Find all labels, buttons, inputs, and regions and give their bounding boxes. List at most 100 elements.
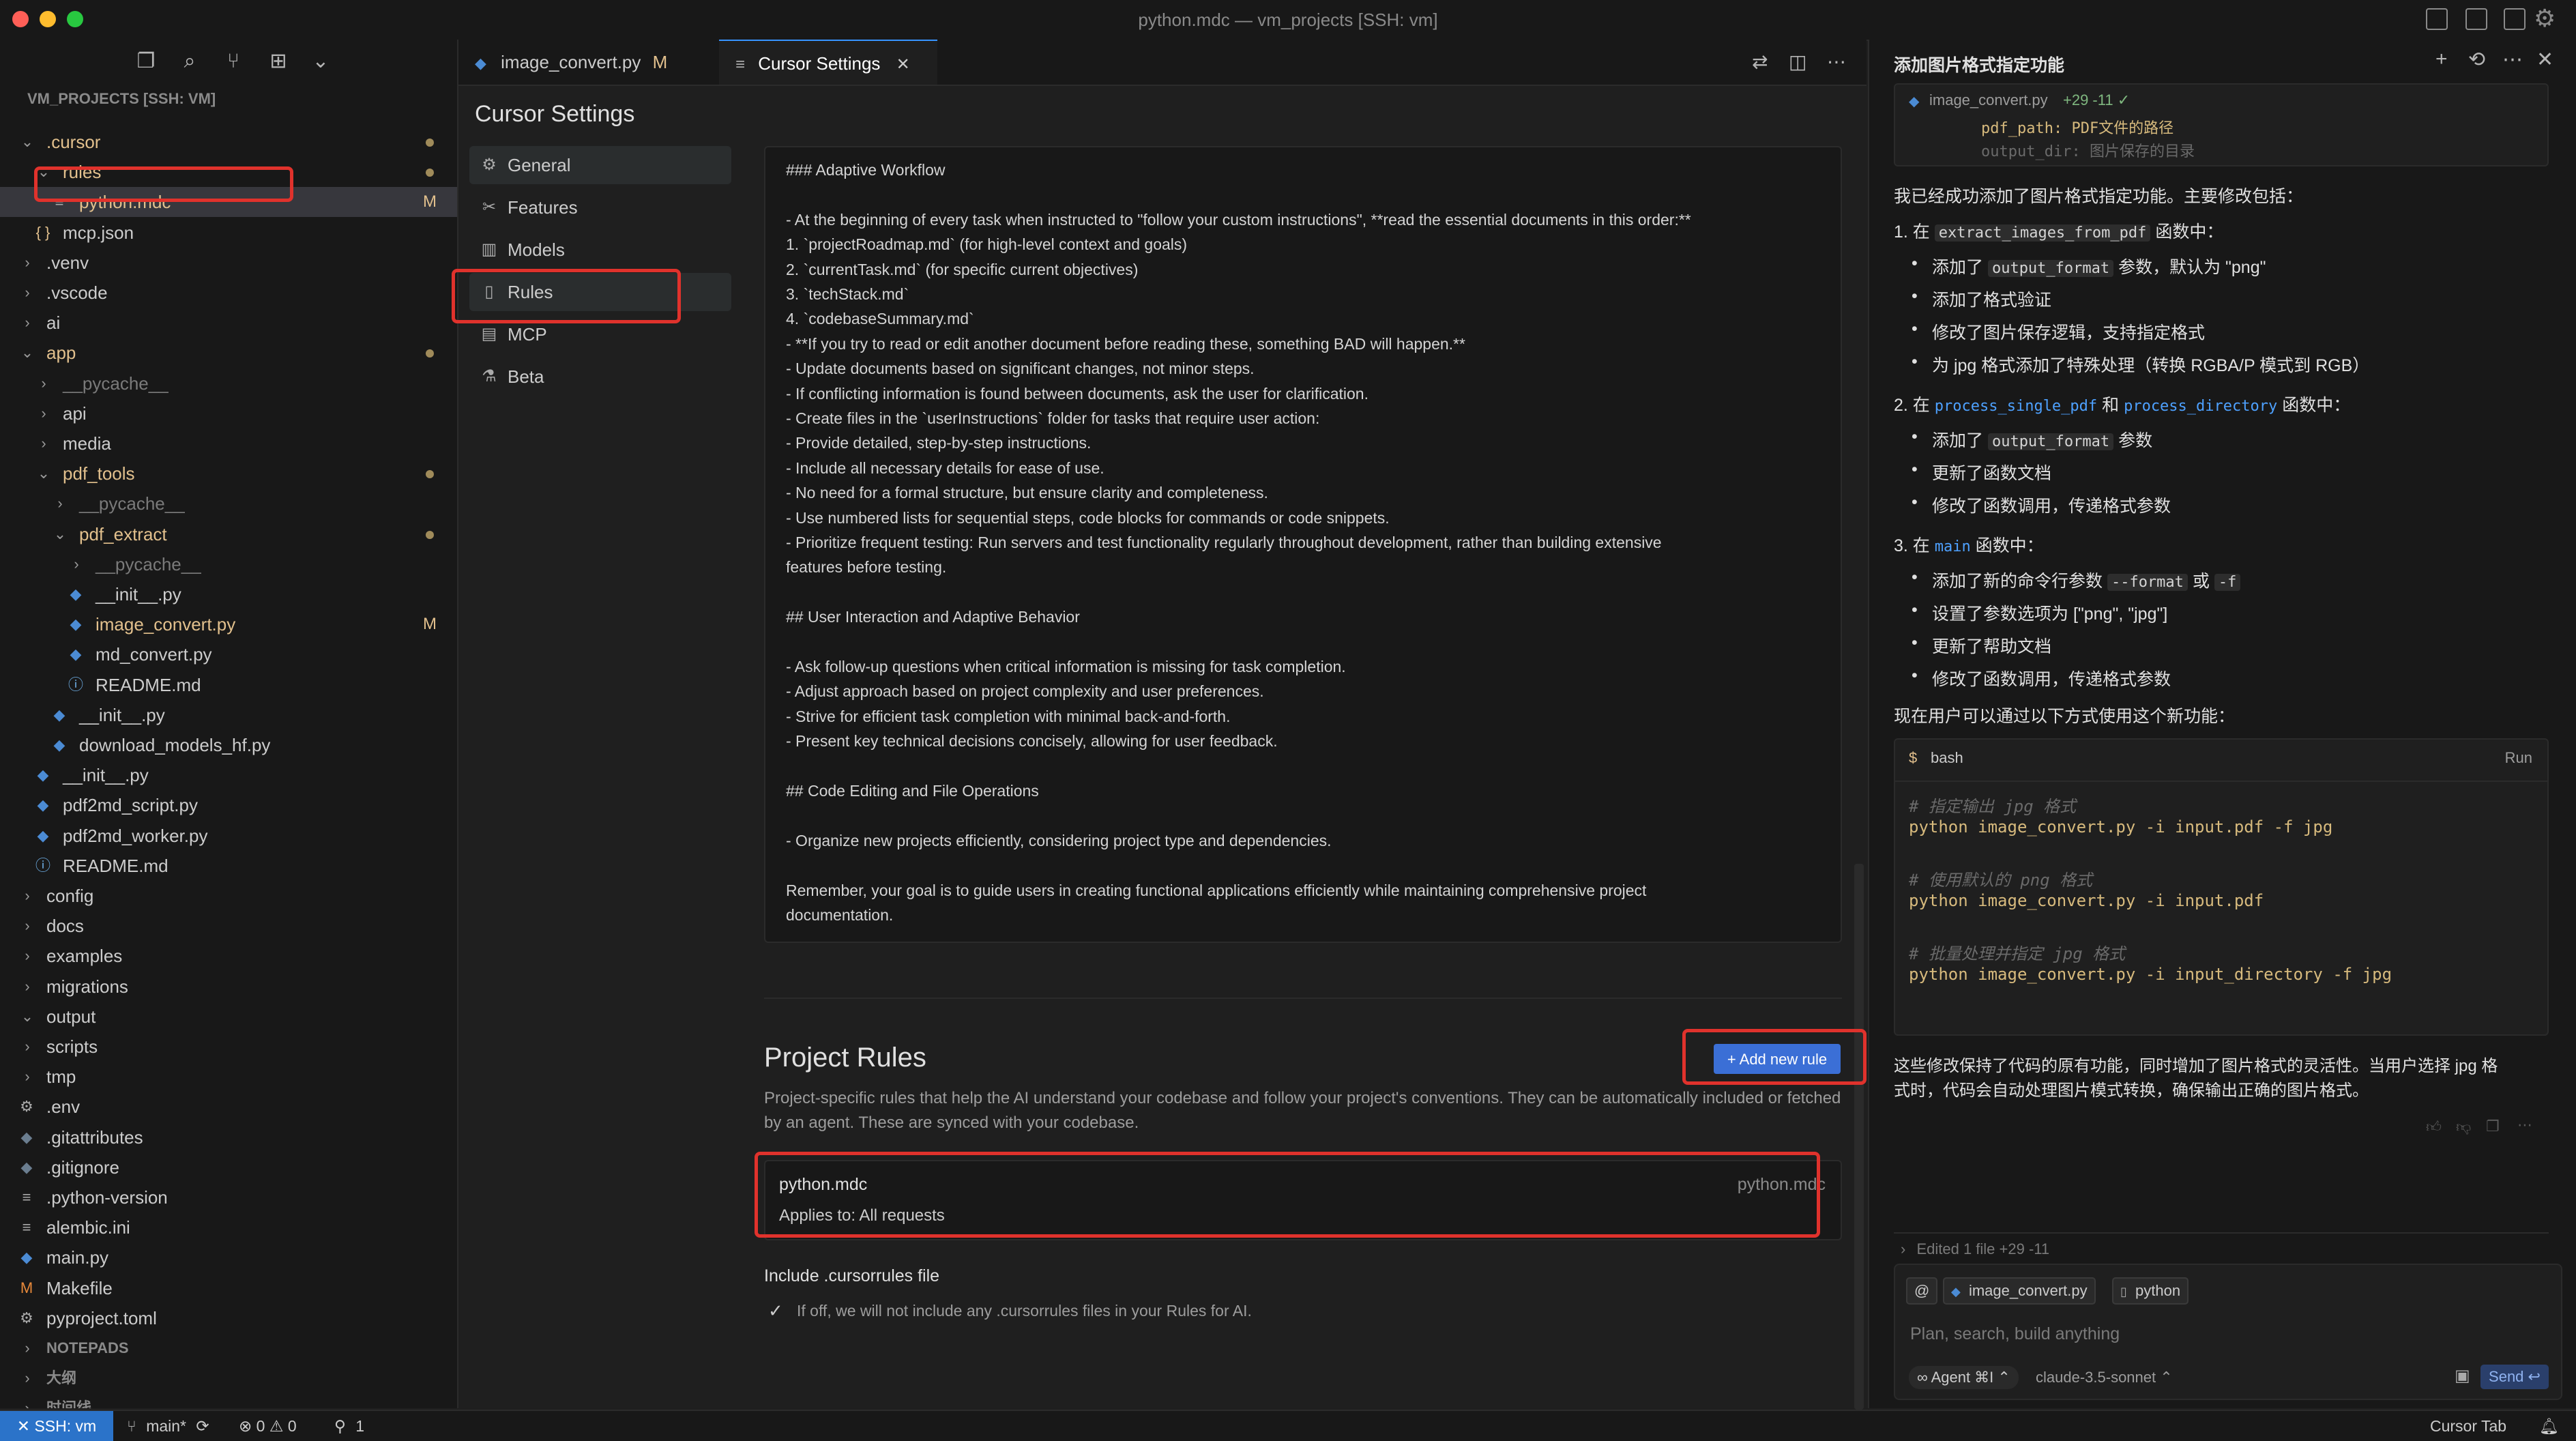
more-actions-icon[interactable]: ⋯	[1827, 50, 1846, 73]
tree-file[interactable]: ◆ pdf2md_worker.py	[0, 821, 457, 851]
tree-folder[interactable]: › examples	[0, 941, 457, 971]
tree-file[interactable]: ⚙ pyproject.toml	[0, 1303, 457, 1333]
tree-folder[interactable]: ⌄ output	[0, 1002, 457, 1032]
tree-folder[interactable]: › tmp	[0, 1062, 457, 1092]
tree-item-label: scripts	[46, 1036, 98, 1057]
compare-icon[interactable]: ⇄	[1752, 50, 1768, 73]
tools-icon: ✂	[482, 198, 497, 216]
tree-file[interactable]: ◆ .gitattributes	[0, 1122, 457, 1152]
extensions-icon[interactable]: ⊞	[266, 49, 291, 74]
nav-item-models[interactable]: ▥ Models	[469, 231, 731, 269]
tree-file[interactable]: ≡ alembic.ini	[0, 1212, 457, 1242]
tree-folder[interactable]: › docs	[0, 911, 457, 941]
tree-folder[interactable]: ⌄ .cursor	[0, 127, 457, 157]
tree-folder[interactable]: › api	[0, 398, 457, 428]
tree-file[interactable]: ◆ .gitignore	[0, 1152, 457, 1182]
tree-file[interactable]: { } mcp.json	[0, 218, 457, 248]
agent-mode-selector[interactable]: ∞ Agent ⌘I ⌃	[1909, 1366, 2019, 1389]
more-icon[interactable]: ⋯	[2517, 1116, 2532, 1134]
source-control-icon[interactable]: ⑂	[221, 49, 246, 74]
thumbs-down-icon[interactable]: 👎︎	[2456, 1118, 2471, 1136]
tree-file[interactable]: ◆ main.py	[0, 1242, 457, 1272]
context-chip-file[interactable]: ◆ image_convert.py	[1943, 1277, 2096, 1305]
tab-image-convert[interactable]: ◆ image_convert.py M	[458, 40, 718, 85]
sidebar-section[interactable]: › NOTEPADS	[0, 1333, 457, 1363]
context-chip-lang[interactable]: ▯ python	[2112, 1277, 2189, 1305]
list-item: 更新了帮助文档	[1912, 633, 2051, 658]
tree-folder[interactable]: › media	[0, 428, 457, 458]
image-icon[interactable]: ▣	[2455, 1366, 2470, 1386]
add-new-rule-button[interactable]: + Add new rule	[1714, 1044, 1841, 1074]
tree-file[interactable]: ⓘ README.md	[0, 851, 457, 881]
tree-folder[interactable]: › __pycache__	[0, 489, 457, 519]
tree-file[interactable]: ◆ pdf2md_script.py	[0, 790, 457, 820]
chat-input[interactable]	[1909, 1320, 2526, 1348]
thumbs-up-icon[interactable]: 👍︎	[2426, 1118, 2442, 1136]
tree-file[interactable]: ≡ python.mdc M	[0, 187, 457, 218]
scrollbar[interactable]	[1854, 864, 1864, 1410]
tree-folder[interactable]: › ai	[0, 308, 457, 338]
tree-folder[interactable]: › migrations	[0, 972, 457, 1002]
nav-item-general[interactable]: ⚙ General	[469, 146, 731, 184]
tab-cursor-settings[interactable]: ≡ Cursor Settings ✕	[719, 40, 937, 85]
cursor-tab-indicator[interactable]: Cursor Tab	[2430, 1411, 2506, 1441]
tree-folder[interactable]: › .vscode	[0, 278, 457, 308]
branch-indicator[interactable]: ⑂ main* ⟳	[127, 1411, 209, 1441]
toggle-secondary-sidebar-icon[interactable]	[2504, 8, 2526, 30]
gear-icon[interactable]: ⚙	[2534, 4, 2556, 33]
more-icon[interactable]: ⋯	[2502, 48, 2523, 72]
include-cursorrules-checkbox[interactable]: ✓	[768, 1300, 783, 1322]
history-icon[interactable]: ⟲	[2468, 48, 2485, 72]
rule-text-line: features before testing.	[786, 558, 947, 577]
problems-indicator[interactable]: ⊗ 0 ⚠ 0	[239, 1411, 297, 1441]
tree-folder[interactable]: › __pycache__	[0, 549, 457, 579]
model-selector[interactable]: claude-3.5-sonnet ⌃	[2036, 1366, 2173, 1389]
tree-file[interactable]: ◆ image_convert.py M	[0, 609, 457, 639]
tree-folder[interactable]: › scripts	[0, 1032, 457, 1062]
plus-icon[interactable]: +	[2435, 48, 2448, 71]
toggle-panel-icon[interactable]	[2465, 8, 2487, 30]
toggle-sidebar-icon[interactable]	[2426, 8, 2448, 30]
ports-indicator[interactable]: ⚲ 1	[334, 1411, 364, 1441]
nav-item-rules[interactable]: ▯ Rules	[469, 273, 731, 311]
tree-folder[interactable]: › config	[0, 881, 457, 911]
nav-item-beta[interactable]: ⚗ Beta	[469, 358, 731, 396]
notifications-icon[interactable]: 🔔︎	[2539, 1411, 2559, 1441]
close-icon[interactable]: ✕	[2536, 48, 2553, 72]
tree-folder[interactable]: ⌄ rules	[0, 157, 457, 187]
tree-file[interactable]: ◆ md_convert.py	[0, 639, 457, 669]
explorer-section-title[interactable]: VM_PROJECTS [SSH: VM]	[27, 90, 216, 108]
list-item: 设置了参数选项为 ["png", "jpg"]	[1912, 600, 2167, 625]
code-context-preview[interactable]: ◆ image_convert.py +29 -11 ✓ pdf_path: P…	[1894, 83, 2549, 166]
split-editor-icon[interactable]: ◫	[1789, 50, 1806, 73]
tree-file[interactable]: ◆ __init__.py	[0, 700, 457, 730]
tree-folder[interactable]: › .venv	[0, 248, 457, 278]
sidebar-section[interactable]: › 时间线	[0, 1393, 457, 1408]
nav-item-features[interactable]: ✂ Features	[469, 188, 731, 227]
sidebar-section[interactable]: › 大纲	[0, 1363, 457, 1393]
tree-folder[interactable]: › __pycache__	[0, 368, 457, 398]
tree-file[interactable]: ⓘ README.md	[0, 670, 457, 700]
tree-file[interactable]: ⚙ .env	[0, 1092, 457, 1122]
tree-file[interactable]: ≡ .python-version	[0, 1182, 457, 1212]
run-button[interactable]: Run	[2505, 749, 2532, 767]
files-icon[interactable]: ❐	[134, 49, 158, 74]
user-rules-text[interactable]: ### Adaptive Workflow - At the beginning …	[764, 146, 1842, 943]
tree-folder[interactable]: ⌄ app	[0, 338, 457, 368]
project-rule-item[interactable]: python.mdc Applies to: All requests pyth…	[764, 1160, 1842, 1240]
tree-file[interactable]: ◆ download_models_hf.py	[0, 730, 457, 760]
search-icon[interactable]: ⌕	[177, 49, 202, 74]
chevron-down-icon[interactable]: ⌄	[308, 49, 333, 74]
copy-icon[interactable]: ❐	[2486, 1118, 2500, 1135]
close-icon[interactable]: ✕	[896, 55, 910, 74]
tree-folder[interactable]: ⌄ pdf_tools	[0, 458, 457, 489]
tree-folder[interactable]: ⌄ pdf_extract	[0, 519, 457, 549]
edited-files-summary[interactable]: › Edited 1 file +29 -11	[1894, 1232, 2549, 1265]
tree-file[interactable]: ◆ __init__.py	[0, 760, 457, 790]
send-button[interactable]: Send ↩	[2480, 1365, 2549, 1389]
tree-file[interactable]: M Makefile	[0, 1273, 457, 1303]
nav-item-mcp[interactable]: ▤ MCP	[469, 315, 731, 353]
mention-button[interactable]: @	[1906, 1277, 1938, 1305]
remote-indicator[interactable]: ✕ SSH: vm	[0, 1411, 113, 1441]
tree-file[interactable]: ◆ __init__.py	[0, 579, 457, 609]
